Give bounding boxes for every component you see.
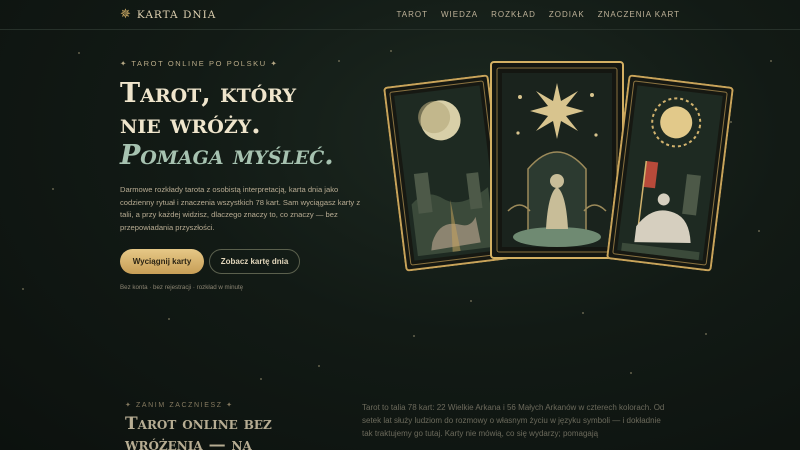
- hero-title-line-1: Tarot, który: [120, 78, 297, 109]
- section-text: Tarot to talia 78 kart: 22 Wielkie Arkan…: [362, 403, 665, 438]
- sun-card[interactable]: [606, 74, 734, 272]
- draw-cards-button[interactable]: Wyciągnij karty: [120, 249, 204, 274]
- section-eyebrow: ✦ ZANIM ZACZNIESZ ✦: [125, 402, 234, 409]
- hero-eyebrow: ✦ TAROT ONLINE PO POLSKU ✦: [120, 59, 279, 68]
- star-card[interactable]: [490, 61, 624, 259]
- hero-description: Darmowe rozkłady tarota z osobistą inter…: [120, 185, 361, 232]
- hero-title-line-3: Pomaga myśleć.: [120, 140, 334, 171]
- hero-note: Bez konta · bez rejestracji · rozkład w …: [120, 284, 244, 291]
- nav-item-rozklad[interactable]: ROZKŁAD: [491, 10, 536, 19]
- logo-text: KARTA DNIA: [136, 9, 217, 21]
- nav-item-wiedza[interactable]: WIEDZA: [441, 10, 478, 19]
- logo[interactable]: ✵ KARTA DNIA: [120, 8, 216, 22]
- hero-title-line-2: nie wróży.: [120, 109, 261, 140]
- nav-item-zodiak[interactable]: ZODIAK: [549, 10, 585, 19]
- main-menu: TAROT WIEDZA ROZKŁAD ZODIAK ZNACZENIA KA…: [396, 10, 680, 19]
- nav-item-tarot[interactable]: TAROT: [396, 10, 428, 19]
- section-title: Tarot online bez wróżenia — na: [125, 414, 272, 450]
- card-of-day-button[interactable]: Zobacz kartę dnia: [209, 249, 300, 274]
- top-nav: ✵ KARTA DNIA TAROT WIEDZA ROZKŁAD ZODIAK…: [0, 0, 800, 30]
- hero-title: Tarot, który nie wróży. Pomaga myśleć.: [120, 78, 334, 171]
- star-icon: ✵: [120, 7, 131, 22]
- nav-item-znaczenia-kart[interactable]: ZNACZENIA KART: [598, 10, 680, 19]
